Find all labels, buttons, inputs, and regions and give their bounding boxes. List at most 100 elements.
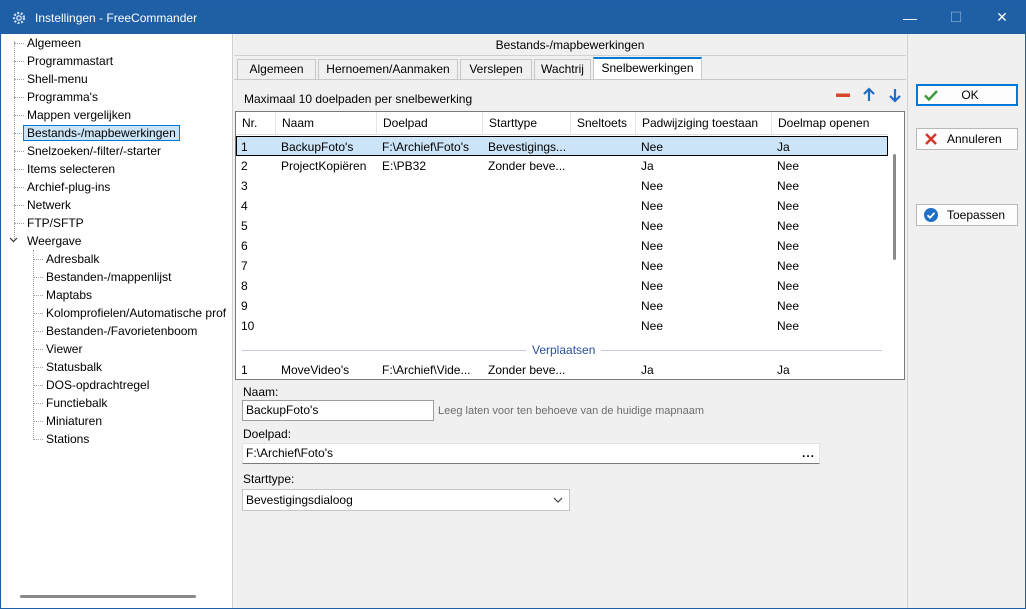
- column-header-doelmap-openen[interactable]: Doelmap openen: [772, 112, 888, 135]
- tree-item-adresbalk[interactable]: Adresbalk: [46, 250, 99, 268]
- grid-vertical-scrollbar[interactable]: [893, 154, 896, 260]
- table-row[interactable]: 10 Nee Nee: [236, 316, 888, 336]
- column-header-sneltoets[interactable]: Sneltoets: [571, 112, 636, 135]
- column-header-padwijziging[interactable]: Padwijziging toestaan: [636, 112, 772, 135]
- doelpad-input[interactable]: F:\Archief\Foto's ...: [242, 443, 820, 464]
- tree-item-netwerk[interactable]: Netwerk: [27, 196, 71, 214]
- cell-starttype: [483, 276, 571, 296]
- cell-sneltoets: [571, 156, 636, 176]
- check-circle-icon: [923, 207, 939, 223]
- cell-padwijziging: Nee: [641, 199, 664, 213]
- tree-item-functiebalk[interactable]: Functiebalk: [46, 394, 107, 412]
- tree-item-viewer[interactable]: Viewer: [46, 340, 82, 358]
- table-row[interactable]: 3 Nee Nee: [236, 176, 888, 196]
- tree-item-maptabs[interactable]: Maptabs: [46, 286, 92, 304]
- table-row[interactable]: 1 BackupFoto's F:\Archief\Foto's Bevestigin…: [236, 136, 888, 156]
- remove-icon[interactable]: [834, 86, 852, 104]
- arrow-down-icon[interactable]: [886, 86, 904, 104]
- tab-algemeen[interactable]: Algemeen: [237, 59, 316, 79]
- cell-padwijziging: Ja: [641, 159, 654, 173]
- tree-item-statusbalk[interactable]: Statusbalk: [46, 358, 102, 376]
- cell-padwijziging: Nee: [641, 319, 664, 333]
- maximize-button[interactable]: ☐: [933, 1, 979, 34]
- tree-item-dos-opdrachtregel[interactable]: DOS-opdrachtregel: [46, 376, 149, 394]
- column-header-doelpad[interactable]: Doelpad: [377, 112, 483, 135]
- column-header-starttype[interactable]: Starttype: [483, 112, 571, 135]
- tree-item-programmastart[interactable]: Programmastart: [27, 52, 113, 70]
- minimize-button[interactable]: —: [887, 1, 933, 34]
- cell-nr: 10: [241, 319, 255, 333]
- tab-verslepen[interactable]: Verslepen: [460, 59, 532, 79]
- cell-nr: 9: [241, 299, 248, 313]
- tree-item-programmas[interactable]: Programma's: [27, 88, 98, 106]
- table-row[interactable]: 8 Nee Nee: [236, 276, 888, 296]
- tree-item-algemeen[interactable]: Algemeen: [27, 34, 81, 52]
- cell-doelmap: Nee: [777, 159, 800, 173]
- cell-doelpad: [377, 196, 483, 216]
- cell-sneltoets: [571, 256, 636, 276]
- cell-naam: [276, 276, 377, 296]
- table-row[interactable]: 6 Nee Nee: [236, 236, 888, 256]
- table-row[interactable]: 2 ProjectKopiëren E:\PB32 Zonder beve... Ja N…: [236, 156, 888, 176]
- tab-snelbewerkingen[interactable]: Snelbewerkingen: [593, 57, 702, 79]
- naam-label: Naam:: [243, 385, 279, 399]
- cell-starttype: [483, 296, 571, 316]
- cell-doelmap: Nee: [777, 239, 800, 253]
- cell-doelmap: Ja: [777, 140, 790, 154]
- tree-item-shell-menu[interactable]: Shell-menu: [27, 70, 88, 88]
- cell-nr: 7: [241, 259, 248, 273]
- cell-starttype: Bevestigings...: [488, 140, 567, 154]
- tree-item-archief-plug-ins[interactable]: Archief-plug-ins: [27, 178, 110, 196]
- chevron-down-icon[interactable]: [9, 235, 18, 247]
- tree-item-items-selecteren[interactable]: Items selecteren: [27, 160, 115, 178]
- naam-input[interactable]: BackupFoto's: [242, 400, 434, 421]
- cell-doelpad: F:\Archief\Vide...: [382, 363, 471, 377]
- page-title: Bestands-/mapbewerkingen: [234, 34, 906, 56]
- table-row[interactable]: 4 Nee Nee: [236, 196, 888, 216]
- ok-button[interactable]: OK: [916, 84, 1018, 106]
- tab-wachtrij[interactable]: Wachtrij: [534, 59, 591, 79]
- tree-item-ftp-sftp[interactable]: FTP/SFTP: [27, 214, 84, 232]
- cancel-button[interactable]: Annuleren: [916, 128, 1018, 150]
- max-paths-label: Maximaal 10 doelpaden per snelbewerking: [244, 92, 473, 106]
- tree-item-kolomprofielen[interactable]: Kolomprofielen/Automatische prof: [46, 304, 226, 322]
- cell-naam: [276, 316, 377, 336]
- starttype-select[interactable]: Bevestigingsdialoog: [242, 489, 570, 511]
- tree-item-favorietenboom[interactable]: Bestanden-/Favorietenboom: [46, 322, 197, 340]
- column-header-nr[interactable]: Nr.: [236, 112, 276, 135]
- apply-button[interactable]: Toepassen: [916, 204, 1018, 226]
- table-row[interactable]: 1 MoveVideo's F:\Archief\Vide... Zonder bev…: [236, 360, 888, 379]
- table-row[interactable]: 5 Nee Nee: [236, 216, 888, 236]
- tree-item-bestanden-mappenlijst[interactable]: Bestanden-/mappenlijst: [46, 268, 171, 286]
- cell-doelpad: [377, 296, 483, 316]
- tree-item-mappen-vergelijken[interactable]: Mappen vergelijken: [27, 106, 131, 124]
- browse-button[interactable]: ...: [802, 444, 815, 463]
- close-icon: [923, 131, 939, 147]
- tree-horizontal-scrollbar[interactable]: [20, 595, 196, 598]
- tree-item-miniaturen[interactable]: Miniaturen: [46, 412, 102, 430]
- tree-item-snelzoeken[interactable]: Snelzoeken/-filter/-starter: [27, 142, 161, 160]
- quick-operations-grid[interactable]: Nr. Naam Doelpad Starttype Sneltoets Pad…: [235, 111, 905, 380]
- starttype-value: Bevestigingsdialoog: [246, 493, 353, 507]
- table-row[interactable]: 7 Nee Nee: [236, 256, 888, 276]
- cell-doelmap: Nee: [777, 299, 800, 313]
- tree-item-weergave[interactable]: Weergave: [27, 232, 81, 250]
- tree-item-bestands-mapbewerkingen[interactable]: Bestands-/mapbewerkingen: [23, 124, 180, 142]
- cell-nr: 5: [241, 219, 248, 233]
- cell-doelmap: Nee: [777, 219, 800, 233]
- doelpad-label: Doelpad:: [243, 427, 292, 441]
- close-button[interactable]: ✕: [979, 1, 1025, 34]
- cell-sneltoets: [571, 137, 636, 157]
- cell-padwijziging: Nee: [641, 179, 664, 193]
- tab-hernoemen-aanmaken[interactable]: Hernoemen/Aanmaken: [318, 59, 458, 79]
- arrow-up-icon[interactable]: [860, 86, 878, 104]
- cell-nr: 6: [241, 239, 248, 253]
- table-row[interactable]: 9 Nee Nee: [236, 296, 888, 316]
- chevron-down-icon: [553, 490, 563, 518]
- cell-doelmap: Nee: [777, 279, 800, 293]
- column-header-naam[interactable]: Naam: [276, 112, 377, 135]
- cell-starttype: Zonder beve...: [488, 363, 566, 377]
- settings-window: Instellingen - FreeCommander — ☐ ✕ Algem…: [0, 0, 1026, 609]
- tree-item-stations[interactable]: Stations: [46, 430, 89, 448]
- cell-starttype: [483, 196, 571, 216]
